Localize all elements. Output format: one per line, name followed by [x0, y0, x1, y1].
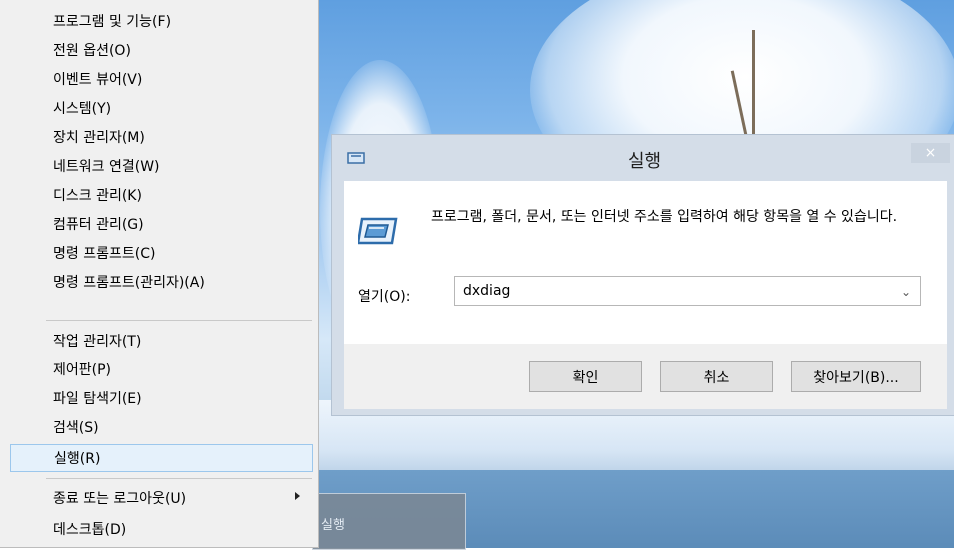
- menu-item-device-manager[interactable]: 장치 관리자(M): [10, 123, 313, 151]
- winx-context-menu: 프로그램 및 기능(F) 전원 옵션(O) 이벤트 뷰어(V) 시스템(Y) 장…: [0, 0, 319, 548]
- browse-button[interactable]: 찾아보기(B)...: [791, 361, 921, 392]
- menu-item-label: 이벤트 뷰어(V): [53, 72, 143, 88]
- menu-item-label: 종료 또는 로그아웃(U): [53, 491, 187, 507]
- menu-item-power-options[interactable]: 전원 옵션(O): [10, 36, 313, 64]
- menu-item-run[interactable]: 실행(R): [10, 444, 313, 472]
- taskbar-run-preview[interactable]: 실행: [312, 493, 466, 550]
- menu-item-network-connections[interactable]: 네트워크 연결(W): [10, 152, 313, 180]
- menu-item-label: 파일 탐색기(E): [53, 391, 142, 407]
- ok-button[interactable]: 확인: [529, 361, 642, 392]
- chevron-down-icon[interactable]: ⌄: [901, 285, 911, 299]
- menu-item-file-explorer[interactable]: 파일 탐색기(E): [10, 384, 313, 412]
- menu-item-label: 디스크 관리(K): [53, 188, 142, 204]
- menu-item-system[interactable]: 시스템(Y): [10, 94, 313, 122]
- menu-item-programs-features[interactable]: 프로그램 및 기능(F): [10, 7, 313, 35]
- run-icon: [358, 217, 398, 245]
- menu-item-label: 데스크톱(D): [53, 522, 127, 538]
- cancel-button[interactable]: 취소: [660, 361, 773, 392]
- close-button[interactable]: ×: [911, 143, 950, 163]
- menu-item-desktop[interactable]: 데스크톱(D): [10, 515, 313, 543]
- dialog-footer: 확인 취소 찾아보기(B)...: [344, 344, 947, 409]
- menu-separator: [46, 320, 312, 321]
- run-dialog: 실행 × 프로그램, 폴더, 문서, 또는 인터넷 주소를 입력하여 해당 항목…: [331, 134, 954, 416]
- menu-item-command-prompt-admin[interactable]: 명령 프롬프트(관리자)(A): [10, 268, 313, 296]
- dialog-titlebar[interactable]: 실행 ×: [332, 135, 954, 180]
- open-input[interactable]: dxdiag: [463, 283, 510, 299]
- menu-separator: [46, 478, 312, 479]
- menu-item-label: 명령 프롬프트(C): [53, 246, 156, 262]
- menu-item-label: 전원 옵션(O): [53, 43, 131, 59]
- tree-trunk: [752, 30, 755, 140]
- taskbar-run-label: 실행: [321, 518, 345, 533]
- menu-item-search[interactable]: 검색(S): [10, 413, 313, 441]
- close-icon: ×: [924, 145, 937, 161]
- menu-item-command-prompt[interactable]: 명령 프롬프트(C): [10, 239, 313, 267]
- menu-item-computer-management[interactable]: 컴퓨터 관리(G): [10, 210, 313, 238]
- menu-item-label: 검색(S): [53, 420, 99, 436]
- open-combobox[interactable]: dxdiag ⌄: [454, 276, 921, 306]
- menu-item-control-panel[interactable]: 제어판(P): [10, 355, 313, 383]
- menu-item-label: 명령 프롬프트(관리자)(A): [53, 275, 205, 291]
- menu-item-label: 네트워크 연결(W): [53, 159, 160, 175]
- menu-item-disk-management[interactable]: 디스크 관리(K): [10, 181, 313, 209]
- dialog-description: 프로그램, 폴더, 문서, 또는 인터넷 주소를 입력하여 해당 항목을 열 수…: [431, 209, 898, 225]
- menu-item-task-manager[interactable]: 작업 관리자(T): [10, 327, 313, 355]
- menu-item-label: 실행(R): [54, 451, 101, 467]
- menu-item-event-viewer[interactable]: 이벤트 뷰어(V): [10, 65, 313, 93]
- menu-item-label: 컴퓨터 관리(G): [53, 217, 144, 233]
- menu-item-shutdown-signout[interactable]: 종료 또는 로그아웃(U): [10, 484, 313, 512]
- dialog-content: 프로그램, 폴더, 문서, 또는 인터넷 주소를 입력하여 해당 항목을 열 수…: [344, 181, 947, 409]
- menu-item-label: 장치 관리자(M): [53, 130, 145, 146]
- menu-item-label: 작업 관리자(T): [53, 334, 142, 350]
- chevron-right-icon: [295, 492, 300, 500]
- menu-item-label: 프로그램 및 기능(F): [53, 14, 172, 30]
- open-label: 열기(O):: [358, 289, 411, 305]
- dialog-title: 실행: [627, 151, 662, 172]
- menu-item-label: 시스템(Y): [53, 101, 112, 117]
- menu-item-label: 제어판(P): [53, 362, 112, 378]
